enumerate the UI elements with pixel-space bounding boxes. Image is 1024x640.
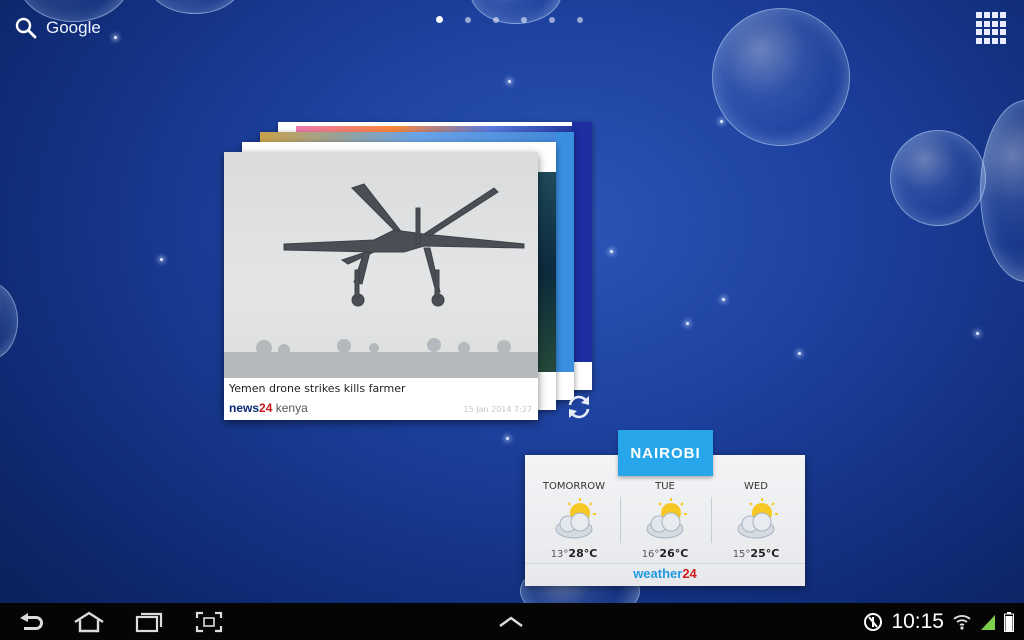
star-decoration — [610, 250, 613, 253]
partly-cloudy-icon — [646, 498, 687, 539]
star-decoration — [508, 80, 511, 83]
news-headline[interactable]: Yemen drone strikes kills farmer — [229, 382, 406, 395]
back-icon — [20, 613, 43, 630]
back-button[interactable] — [14, 609, 48, 635]
refresh-icon[interactable] — [564, 392, 594, 422]
page-dot — [465, 16, 471, 23]
bubble-decoration — [0, 282, 18, 360]
home-button[interactable] — [72, 609, 106, 635]
news-date: 15 Jan 2014 7:27 — [463, 405, 532, 414]
weather-footer-divider — [525, 563, 805, 564]
forecast-day-label: TUE — [655, 481, 675, 492]
star-decoration — [722, 298, 725, 301]
google-search-label: Google — [46, 18, 101, 37]
battery-icon — [1004, 612, 1014, 632]
system-nav-bar: 10:15 — [0, 603, 1024, 640]
bubble-decoration — [980, 100, 1024, 282]
expand-tray-button[interactable] — [494, 609, 528, 635]
status-area[interactable]: 10:15 — [863, 609, 1014, 635]
chevron-up-icon — [499, 616, 523, 627]
bubble-decoration — [148, 0, 242, 14]
star-decoration — [160, 258, 163, 261]
weather24-logo: weather24 — [633, 566, 697, 581]
search-icon — [15, 17, 37, 39]
home-page-indicator — [436, 16, 583, 23]
star-decoration — [506, 437, 509, 440]
google-search-widget[interactable]: Google — [14, 14, 101, 42]
star-decoration — [798, 352, 801, 355]
star-decoration — [686, 322, 689, 325]
page-dot — [577, 16, 583, 23]
home-icon — [74, 611, 104, 633]
page-dot — [521, 16, 527, 23]
star-decoration — [976, 332, 979, 335]
status-clock: 10:15 — [891, 610, 944, 633]
news-widget[interactable]: Yemen drone strikes kills farmer news24 … — [222, 122, 602, 422]
screenshot-button[interactable] — [192, 609, 226, 635]
wifi-icon — [953, 615, 971, 630]
forecast-temps: 16°26°C — [641, 547, 689, 560]
signal-icon — [981, 615, 995, 630]
usb-debugging-icon — [864, 613, 883, 631]
screenshot-icon — [195, 611, 223, 633]
forecast-wed: WED 15°25°C — [710, 455, 802, 563]
news24-logo: news24 kenya — [229, 401, 308, 415]
partly-cloudy-icon — [737, 498, 778, 539]
star-decoration — [114, 36, 117, 39]
partly-cloudy-icon — [555, 498, 596, 539]
news-article-image — [224, 152, 538, 378]
page-dot — [493, 16, 499, 23]
bubble-decoration — [890, 130, 986, 226]
apps-grid-button[interactable] — [976, 12, 1008, 44]
forecast-day-label: TOMORROW — [542, 481, 606, 492]
page-dot — [436, 16, 443, 23]
star-decoration — [720, 120, 723, 123]
forecast-temps: 15°25°C — [732, 547, 780, 560]
news-article-card[interactable]: Yemen drone strikes kills farmer news24 … — [224, 152, 538, 420]
forecast-day-label: WED — [744, 481, 768, 492]
weather-city-tab[interactable]: NAIROBI — [618, 430, 713, 476]
page-dot — [549, 16, 555, 23]
bubble-decoration — [712, 8, 850, 146]
recent-apps-button[interactable] — [132, 609, 166, 635]
forecast-tomorrow: TOMORROW 13°28°C — [528, 455, 620, 563]
forecast-temps: 13°28°C — [550, 547, 598, 560]
recent-apps-icon — [135, 612, 163, 633]
